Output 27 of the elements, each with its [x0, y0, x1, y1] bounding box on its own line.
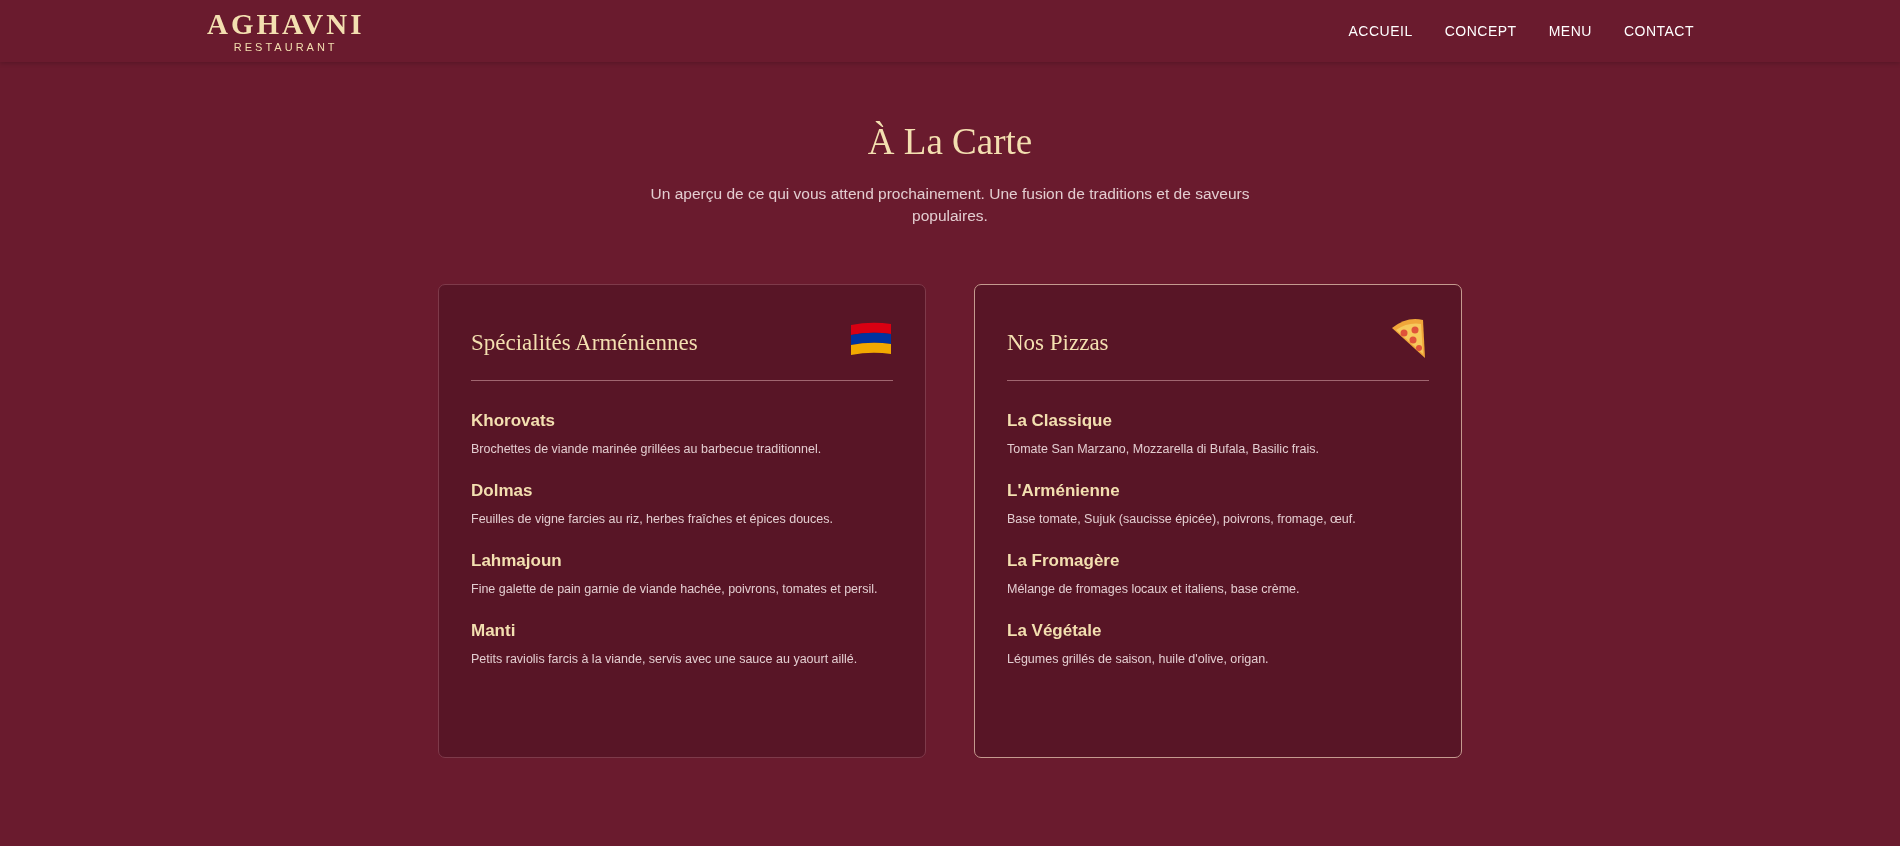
- dish-description: Brochettes de viande marinée grillées au barbecue traditionnel.: [471, 440, 823, 458]
- dish-description: Légumes grillés de saison, huile d'olive, origan.: [1007, 650, 1270, 668]
- flag-icon: [849, 320, 893, 357]
- dish-name: La Classique: [1007, 410, 1113, 431]
- intro-text: Un aperçu de ce qui vous attend prochainement. Une fusion de traditions et de saveurs populaires.: [649, 184, 1251, 227]
- nav-link[interactable]: ACCUEIL: [1348, 23, 1413, 39]
- dish-name: Dolmas: [471, 480, 534, 501]
- dish-description: Petits raviolis farcis à la viande, servis avec une sauce au yaourt aillé.: [471, 650, 859, 668]
- card-title: Spécialités Arméniennes: [471, 329, 698, 356]
- nav-link[interactable]: CONCEPT: [1444, 23, 1517, 39]
- logo-wordmark[interactable]: AGHAVNI: [207, 9, 365, 39]
- page-title: À La Carte: [867, 120, 1033, 163]
- dish-name: Lahmajoun: [471, 550, 563, 571]
- dish-description: Base tomate, Sujuk (saucisse épicée), poivrons, fromage, œuf.: [1007, 510, 1357, 528]
- dish-name: L'Arménienne: [1007, 480, 1121, 501]
- dish-description: Feuilles de vigne farcies au riz, herbes fraîches et épices douces.: [471, 510, 834, 528]
- dish-name: Manti: [471, 620, 517, 641]
- dish-name: Khorovats: [471, 410, 557, 431]
- dish-description: Mélange de fromages locaux et italiens, base crème.: [1007, 580, 1301, 598]
- logo-subtitle: RESTAURANT: [233, 40, 338, 53]
- dish-name: La Fromagère: [1007, 550, 1121, 571]
- nav-link[interactable]: MENU: [1548, 23, 1592, 39]
- dish-description: Tomate San Marzano, Mozzarella di Bufala, Basilic frais.: [1007, 440, 1320, 458]
- dish-name: La Végétale: [1007, 620, 1103, 641]
- dish-description: Fine galette de pain garnie de viande hachée, poivrons, tomates et persil.: [471, 580, 879, 598]
- card-title: Nos Pizzas: [1007, 329, 1109, 356]
- nav-link[interactable]: CONTACT: [1623, 23, 1694, 39]
